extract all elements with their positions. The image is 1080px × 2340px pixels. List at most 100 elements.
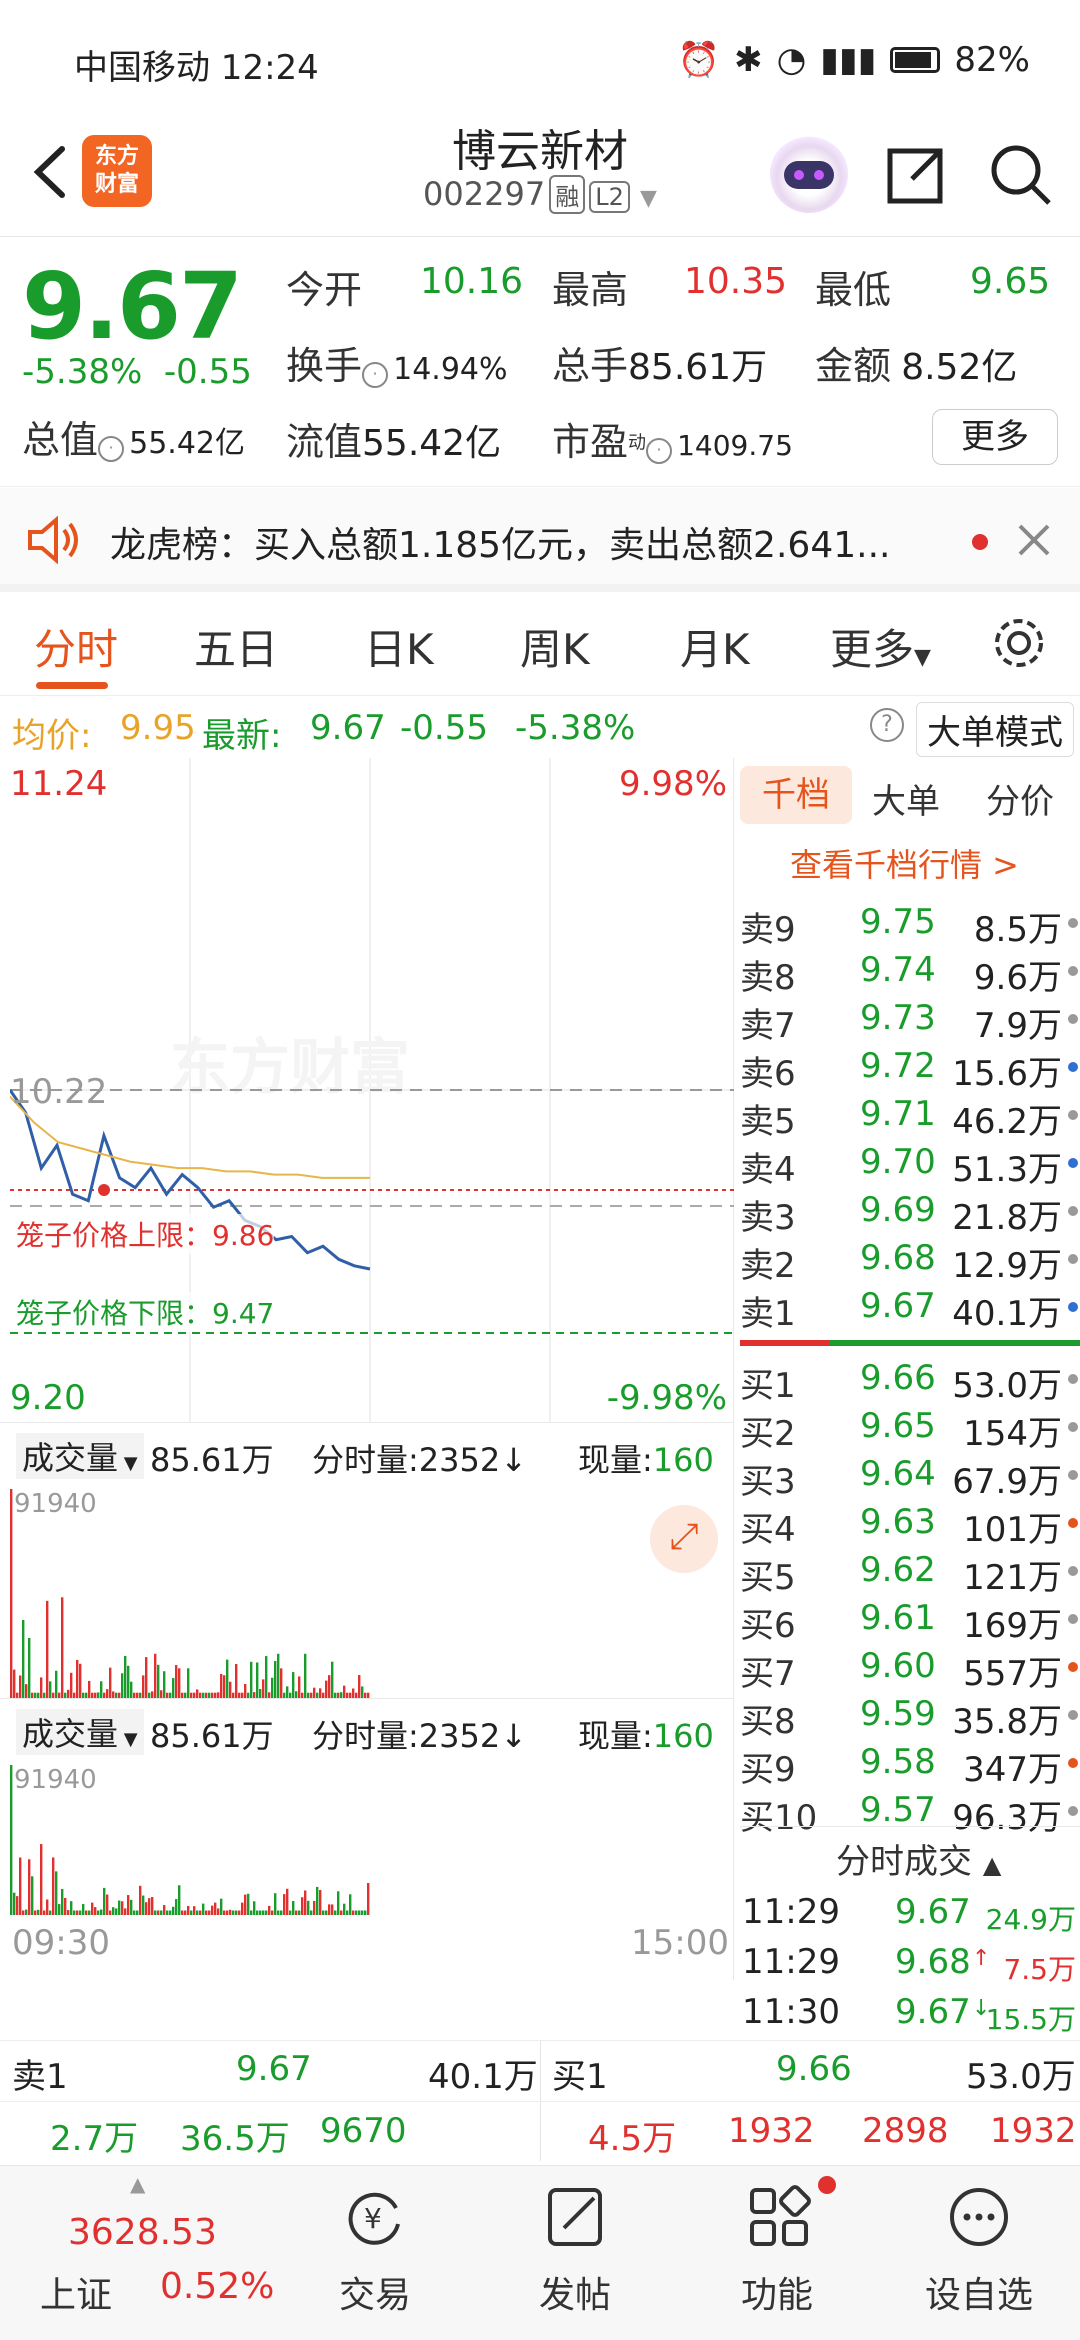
volume-total: 85.61万 [150,1441,274,1479]
post-icon[interactable] [544,2184,610,2250]
volume-bar [163,1905,166,1915]
tab-intraday[interactable]: 分时 [34,616,118,677]
share-icon[interactable] [880,139,950,209]
close-icon[interactable] [1016,522,1052,558]
info-icon: · [646,437,673,464]
dragon-tiger-notice[interactable]: 龙虎榜：买入总额1.185亿元，卖出总额2.641... [0,488,1080,592]
y-min-label: 9.20 [10,1378,86,1418]
volume-bar [22,1619,25,1699]
order-book-row[interactable]: 买9 9.58 347万 [740,1738,1080,1790]
order-book-row[interactable]: 卖9 9.75 8.5万 [740,898,1080,950]
volume-bar [100,1909,103,1915]
volume-bar [226,1659,229,1699]
ref-price-label: 10.22 [10,1072,108,1112]
order-book-row[interactable]: 卖1 9.67 40.1万 [740,1282,1080,1334]
level-label: 买10 [740,1798,818,1838]
trade-icon[interactable]: ¥ [342,2184,408,2250]
order-book-row[interactable]: 卖8 9.74 9.6万 [740,946,1080,998]
volume-bar [313,1900,316,1915]
l2-tag: L2 [589,181,630,213]
nav-trade[interactable]: 交易 [310,2266,440,2318]
order-book-row[interactable]: 买8 9.59 35.8万 [740,1690,1080,1742]
order-book-row[interactable]: 买2 9.65 154万 [740,1402,1080,1454]
volume-bar [250,1910,253,1915]
order-book-row[interactable]: 买6 9.61 169万 [740,1594,1080,1646]
tab-monthly-k[interactable]: 月K [680,616,750,677]
assistant-robot-icon[interactable] [770,135,848,213]
sell1-label: 卖1 [12,2057,68,2097]
order-book-row[interactable]: 卖7 9.73 7.9万 [740,994,1080,1046]
order-book-row[interactable]: 买7 9.60 557万 [740,1642,1080,1694]
mktcap-field: 总值 · 55.42亿 [22,418,245,462]
nav-watchlist[interactable]: 设自选 [914,2266,1044,2318]
big-order-mode-button[interactable]: 大单模式 [916,702,1074,757]
minute-volume: 分时量:2352↓ [312,1717,528,1755]
volume-selector[interactable]: 成交量 ▼ [16,1433,144,1479]
level-label: 买2 [740,1414,796,1454]
level-dot [1068,1422,1078,1432]
volume-bar [130,1681,133,1699]
tab-more[interactable]: 更多▼ [830,616,931,677]
search-icon[interactable] [985,139,1055,209]
volume-bar [199,1910,202,1915]
minute-volume: 分时量:2352↓ [312,1441,528,1479]
tab-big-order[interactable]: 大单 [872,774,940,823]
order-book-row[interactable]: 卖5 9.71 46.2万 [740,1090,1080,1142]
volume-bar [331,1661,334,1699]
level-label: 买6 [740,1606,796,1646]
tab-price-dist[interactable]: 分价 [986,774,1054,823]
volume-bar [40,1844,43,1915]
volume-bar [307,1900,310,1915]
tab-five-day[interactable]: 五日 [194,616,278,677]
stock-code[interactable]: 002297 融 L2 ▼ [300,175,780,214]
volume-bar [334,1910,337,1915]
volume-bar [154,1910,157,1915]
level-volume: 169万 [963,1606,1062,1646]
order-book-row[interactable]: 买1 9.66 53.0万 [740,1354,1080,1406]
volume-bar [274,1661,277,1699]
y-max-label: 11.24 [10,764,108,804]
help-icon[interactable]: ? [870,708,904,742]
volume-bar [70,1672,73,1699]
trades-title[interactable]: 分时成交 ▲ [836,1834,1001,1883]
order-book-row[interactable]: 卖3 9.69 21.8万 [740,1186,1080,1238]
trade-time: 11:29 [742,1942,840,1982]
more-quote-button[interactable]: 更多 [932,409,1058,465]
tab-thousand-level[interactable]: 千档 [740,766,852,824]
intraday-chart[interactable]: 东方财富 11.24 9.98% 10.22 笼子价格上限：9.86 笼子价格下… [10,758,734,1422]
nav-functions[interactable]: 功能 [712,2266,842,2318]
buy1-price: 9.66 [776,2049,852,2089]
volume-bar [100,1681,103,1699]
expand-icon[interactable]: ⤢ [650,1505,718,1573]
volume-bar [358,1675,361,1699]
volume-bar [70,1901,73,1915]
order-book-row[interactable]: 买3 9.64 67.9万 [740,1450,1080,1502]
order-book-row[interactable]: 买4 9.63 101万 [740,1498,1080,1550]
order-book-row[interactable]: 买5 9.62 121万 [740,1546,1080,1598]
volume-bar [109,1910,112,1915]
view-thousand-level-link[interactable]: 查看千档行情 > [790,840,1019,886]
order-book-row[interactable]: 卖4 9.70 51.3万 [740,1138,1080,1190]
tab-daily-k[interactable]: 日K [364,616,434,677]
settings-gear-icon[interactable] [990,614,1048,672]
avg-label: 均价: [12,716,92,756]
order-book-row[interactable]: 卖6 9.72 15.6万 [740,1042,1080,1094]
volume-bar [304,1890,307,1915]
add-watchlist-icon[interactable] [946,2184,1012,2250]
order-book-row[interactable]: 卖2 9.68 12.9万 [740,1234,1080,1286]
volume-bar [178,1668,181,1699]
volume-selector[interactable]: 成交量 ▼ [16,1709,144,1755]
volume-bar [241,1902,244,1915]
volume-bar [226,1910,229,1915]
nav-post[interactable]: 发帖 [510,2266,640,2318]
tab-weekly-k[interactable]: 周K [520,616,590,677]
index-pct[interactable]: 0.52% [160,2266,274,2307]
level-label: 买5 [740,1558,796,1598]
bottom-navigation: ▲ 3628.53 上证 0.52% ¥ 交易 发帖 功能 设自选 [0,2165,1080,2340]
index-name[interactable]: 上证 [40,2266,112,2318]
back-icon[interactable] [22,137,82,207]
volume-bar [76,1659,79,1699]
buy1-volume: 53.0万 [966,2057,1076,2097]
index-value[interactable]: 3628.53 [68,2212,217,2253]
functions-grid-icon[interactable] [746,2184,812,2250]
